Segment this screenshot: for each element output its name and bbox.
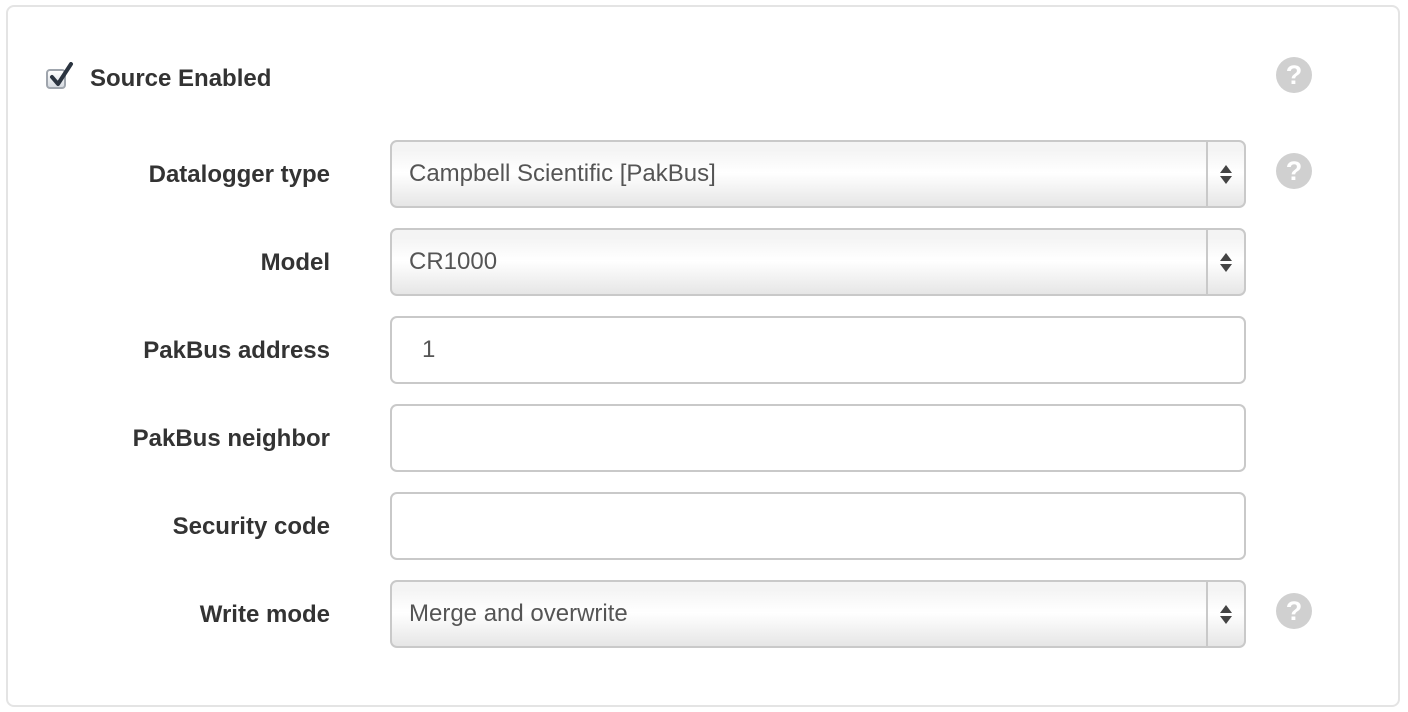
source-enabled-checkbox[interactable] bbox=[46, 62, 73, 89]
security-code-input[interactable] bbox=[390, 492, 1246, 560]
write-mode-select[interactable]: Merge and overwrite bbox=[390, 580, 1246, 648]
select-arrows-icon bbox=[1206, 230, 1244, 294]
help-icon-datalogger-type[interactable]: ? bbox=[1276, 153, 1312, 189]
help-icon-write-mode[interactable]: ? bbox=[1276, 593, 1312, 629]
select-arrows-icon bbox=[1206, 582, 1244, 646]
model-label: Model bbox=[260, 249, 330, 276]
select-arrows-icon bbox=[1206, 142, 1244, 206]
model-value: CR1000 bbox=[409, 248, 498, 275]
datalogger-type-select[interactable]: Campbell Scientific [PakBus] bbox=[390, 140, 1246, 208]
write-mode-value: Merge and overwrite bbox=[409, 600, 628, 627]
help-icon-source-enabled[interactable]: ? bbox=[1276, 57, 1312, 93]
datalogger-type-label: Datalogger type bbox=[148, 161, 330, 188]
pakbus-neighbor-input[interactable] bbox=[390, 404, 1246, 472]
pakbus-address-label: PakBus address bbox=[143, 337, 330, 364]
pakbus-address-input[interactable] bbox=[390, 316, 1246, 384]
source-enabled-label: Source Enabled bbox=[90, 65, 272, 92]
security-code-label: Security code bbox=[172, 513, 330, 540]
checkmark-icon bbox=[50, 62, 73, 86]
model-select[interactable]: CR1000 bbox=[390, 228, 1246, 296]
source-enabled-row: Source Enabled bbox=[46, 60, 271, 98]
write-mode-label: Write mode bbox=[199, 601, 330, 628]
datalogger-type-value: Campbell Scientific [PakBus] bbox=[409, 160, 716, 187]
pakbus-neighbor-label: PakBus neighbor bbox=[132, 425, 330, 452]
